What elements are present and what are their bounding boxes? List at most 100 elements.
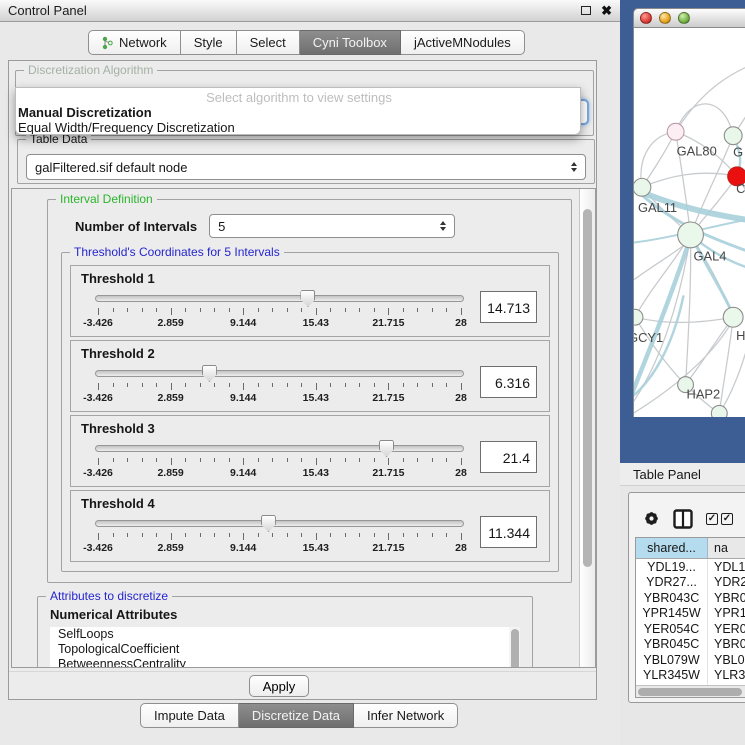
tick-mark (127, 458, 128, 462)
column-header-1[interactable]: shared... (636, 538, 708, 558)
checkbox-checked-icon[interactable]: ✓ (721, 513, 733, 525)
table-row[interactable]: YDL19...YDL1 (636, 559, 745, 575)
slider-thumb[interactable] (379, 440, 394, 457)
network-node[interactable] (633, 309, 643, 325)
minimize-traffic-light-icon[interactable] (659, 12, 671, 24)
slider-track[interactable] (95, 295, 464, 302)
tab-infer-network[interactable]: Infer Network (354, 703, 458, 728)
network-edge-highlighted[interactable] (691, 235, 734, 315)
tick-mark (417, 383, 418, 387)
attribute-item[interactable]: TopologicalCoefficient (50, 642, 520, 657)
apply-button[interactable]: Apply (249, 675, 309, 697)
number-of-intervals-row: Number of Intervals 5 (75, 214, 571, 238)
table-data-combobox[interactable]: galFiltered.sif default node (26, 154, 586, 180)
tab-label: jActiveMNodules (414, 35, 511, 50)
network-edge[interactable] (676, 63, 745, 131)
dropdown-option-equal-width-frequency-discretization[interactable]: Equal Width/Frequency Discretization (16, 120, 580, 135)
table-horizontal-scrollbar[interactable] (636, 685, 745, 697)
close-traffic-light-icon[interactable] (640, 12, 652, 24)
network-node[interactable] (678, 222, 704, 248)
slider-thumb[interactable] (202, 365, 217, 382)
panel-scrollbar-thumb[interactable] (583, 209, 592, 567)
table-row[interactable]: YBL079WYBL0 (636, 652, 745, 668)
table-row[interactable]: YBR045CYBR0 (636, 637, 745, 653)
threshold-slider[interactable]: -3.4262.8599.14415.4321.71528 (95, 362, 464, 406)
dropdown-placeholder: Select algorithm to view settings (16, 90, 580, 105)
network-node[interactable] (667, 123, 684, 140)
tab-cyni-toolbox[interactable]: Cyni Toolbox (300, 30, 401, 55)
tick-mark (272, 383, 273, 387)
tab-impute-data[interactable]: Impute Data (140, 703, 239, 728)
table-row[interactable]: YPR145WYPR1 (636, 606, 745, 622)
close-icon[interactable]: ✖ (601, 6, 612, 16)
tick-mark (461, 383, 462, 390)
network-edge[interactable] (642, 132, 676, 188)
zoom-traffic-light-icon[interactable] (678, 12, 690, 24)
table-row[interactable]: YDR27...YDR2 (636, 575, 745, 591)
threshold-value-field[interactable]: 21.4 (480, 441, 537, 473)
gear-icon[interactable] (643, 510, 660, 527)
tick-mark (171, 533, 172, 540)
tick-mark (374, 308, 375, 312)
threshold-value-field[interactable]: 6.316 (480, 366, 537, 398)
network-node[interactable] (633, 178, 651, 196)
number-of-intervals-label: Number of Intervals (75, 219, 197, 234)
table-row[interactable]: YLR345WYLR3 (636, 668, 745, 684)
table-hscrollbar-thumb[interactable] (638, 688, 742, 696)
threshold-label: Threshold 4 (81, 496, 549, 511)
column-header-2[interactable]: na (708, 538, 745, 558)
threshold-value-field[interactable]: 14.713 (480, 291, 537, 323)
checkbox-checked-icon[interactable]: ✓ (706, 513, 718, 525)
network-node[interactable] (711, 405, 727, 417)
tick-mark (243, 308, 244, 315)
slider-track[interactable] (95, 520, 464, 527)
tick-mark (345, 383, 346, 387)
show-columns-icon[interactable] (673, 509, 693, 529)
tab-select[interactable]: Select (237, 30, 300, 55)
threshold-slider[interactable]: -3.4262.8599.14415.4321.71528 (95, 287, 464, 331)
threshold-box-4: Threshold 4-3.4262.8599.14415.4321.71528… (70, 490, 550, 562)
attribute-item[interactable]: BetweennessCentrality (50, 657, 520, 668)
tick-mark (258, 308, 259, 312)
slider-track[interactable] (95, 445, 464, 452)
tab-style[interactable]: Style (181, 30, 237, 55)
tab-label: Select (250, 35, 286, 50)
network-canvas[interactable]: GAL80GCGAL11GAL4GCY1HHAP2 (633, 28, 745, 417)
float-window-icon[interactable] (581, 6, 591, 15)
tab-network[interactable]: Network (88, 30, 181, 55)
threshold-slider[interactable]: -3.4262.8599.14415.4321.71528 (95, 437, 464, 481)
network-node[interactable] (724, 127, 742, 145)
dropdown-option-manual-discretization[interactable]: Manual Discretization (16, 105, 580, 120)
tick-mark (388, 383, 389, 390)
network-node-label: H (736, 328, 745, 343)
right-side: GAL80GCGAL11GAL4GCY1HHAP2 Table Panel (620, 0, 745, 745)
tick-mark (98, 458, 99, 465)
tick-label: 15.43 (303, 467, 329, 479)
attributes-listbox[interactable]: SelfLoopsTopologicalCoefficientBetweenne… (50, 627, 520, 668)
threshold-value-field[interactable]: 11.344 (480, 516, 537, 548)
slider-thumb[interactable] (261, 515, 276, 532)
network-node[interactable] (723, 307, 743, 327)
tab-label: Discretize Data (252, 708, 340, 723)
table-row[interactable]: YER054CYER0 (636, 621, 745, 637)
table-row[interactable]: YBR043CYBR0 (636, 590, 745, 606)
tick-mark (316, 308, 317, 315)
attributes-group: Attributes to discretize Numerical Attri… (37, 596, 533, 668)
threshold-slider[interactable]: -3.4262.8599.14415.4321.71528 (95, 512, 464, 556)
network-edge[interactable] (642, 173, 737, 187)
attributes-scrollbar[interactable] (509, 627, 520, 668)
network-window: GAL80GCGAL11GAL4GCY1HHAP2 (633, 8, 745, 417)
network-edge[interactable] (635, 317, 733, 322)
slider-track[interactable] (95, 370, 464, 377)
tab-discretize-data[interactable]: Discretize Data (239, 703, 354, 728)
screen: { "window": { "title": "Control Panel" }… (0, 0, 745, 745)
panel-scrollbar[interactable] (579, 189, 595, 667)
attribute-item[interactable]: SelfLoops (50, 627, 520, 642)
network-edge[interactable] (686, 317, 734, 384)
number-of-intervals-combobox[interactable]: 5 (209, 214, 455, 238)
tick-mark (432, 383, 433, 387)
attributes-scrollbar-thumb[interactable] (511, 629, 519, 668)
tab-jactivemnodules[interactable]: jActiveMNodules (401, 30, 525, 55)
slider-thumb[interactable] (300, 290, 315, 307)
tick-label: 9.144 (230, 467, 256, 479)
